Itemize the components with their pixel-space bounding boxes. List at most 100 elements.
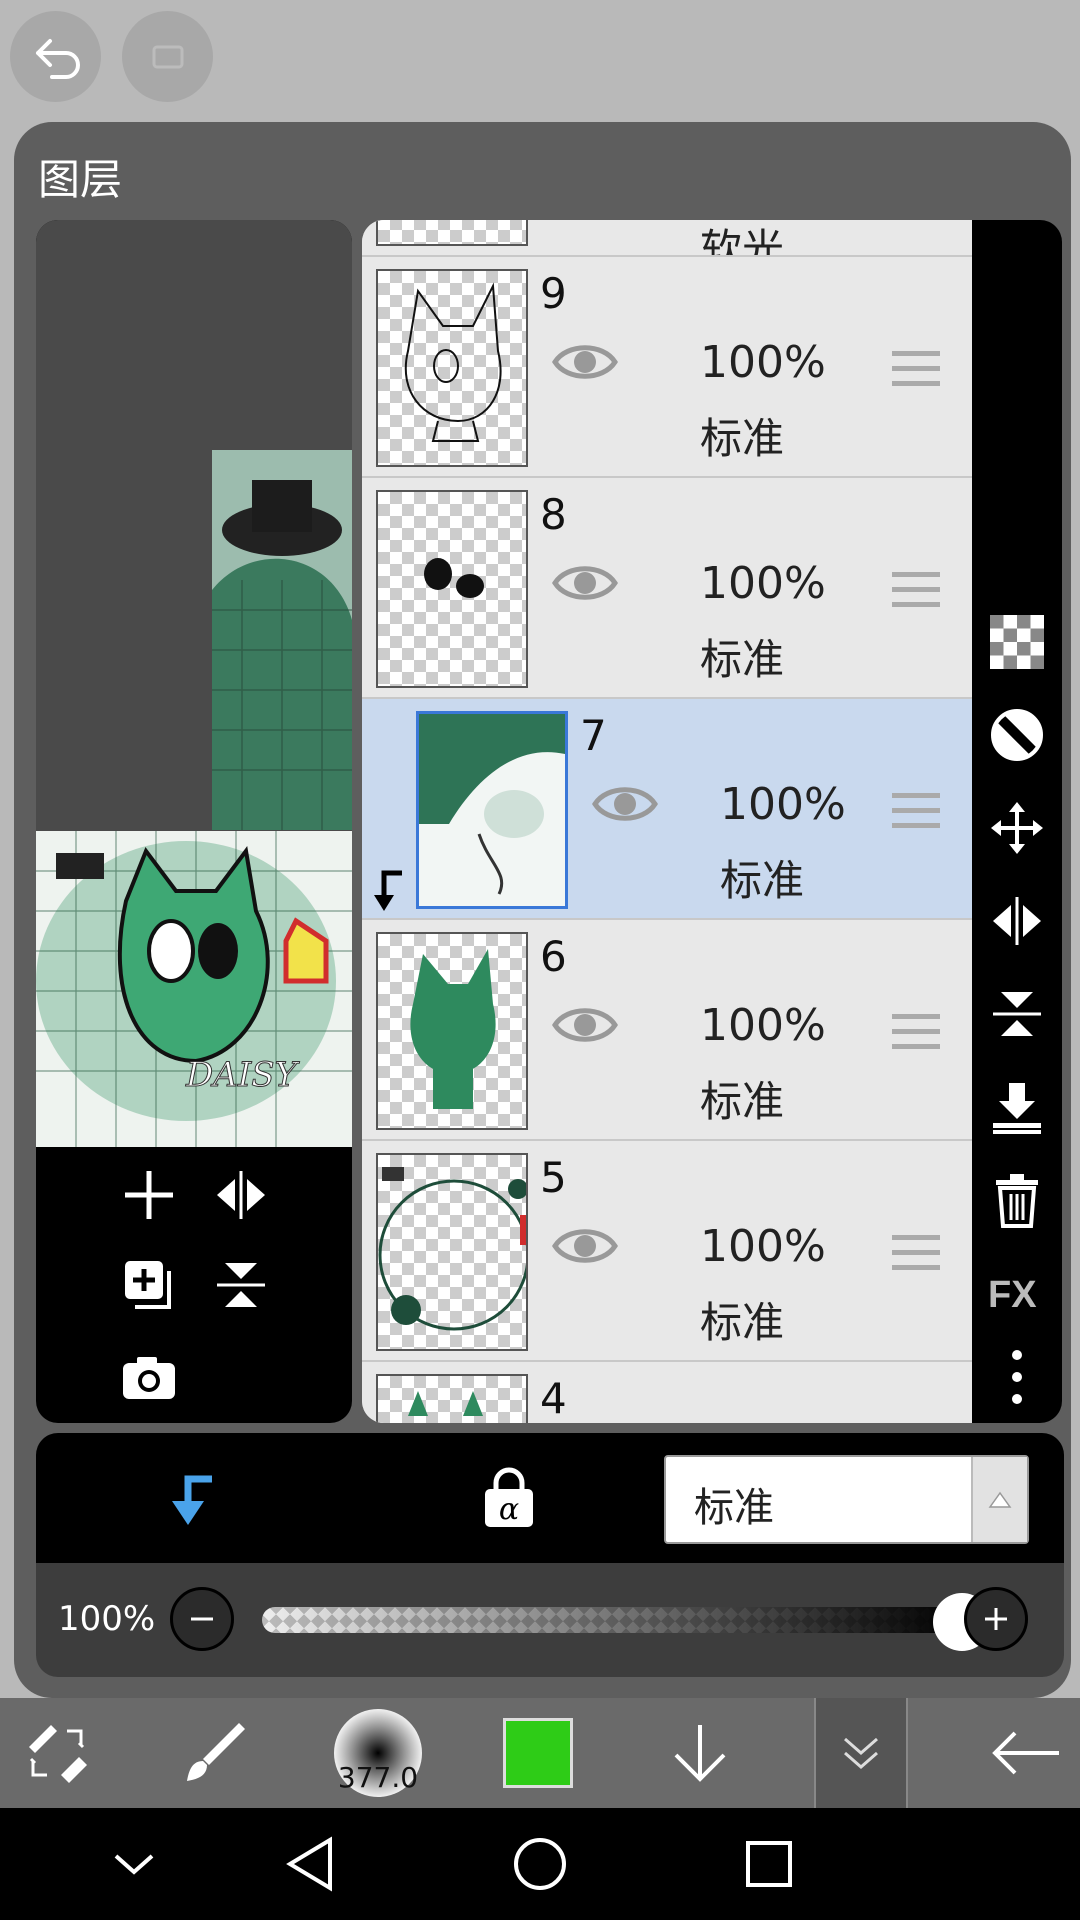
redo-button[interactable]: [122, 11, 213, 102]
svg-text:FX: FX: [988, 1274, 1037, 1313]
drag-handle-icon: [892, 572, 940, 607]
layer-row[interactable]: 9 100% 标准: [362, 255, 972, 476]
merge-down-icon: [993, 1083, 1041, 1134]
invert-button[interactable]: [988, 706, 1046, 764]
camera-button[interactable]: [114, 1342, 184, 1412]
move-button[interactable]: [988, 799, 1046, 857]
checkerboard-icon: [990, 615, 1044, 669]
opacity-control: 100%: [36, 1563, 1064, 1677]
blend-mode-value: 标准: [694, 1485, 774, 1531]
nav-home-button[interactable]: [504, 1828, 576, 1900]
layer-number: 4: [540, 1374, 567, 1423]
layer-thumbnail: [376, 269, 528, 467]
layers-panel-button[interactable]: [814, 1698, 908, 1808]
layer-thumbnail: [416, 711, 568, 909]
layer-row[interactable]: 5 100% 标准: [362, 1139, 972, 1360]
canvas-preview-thumbnail[interactable]: DAISY: [36, 831, 352, 1147]
delete-layer-button[interactable]: [988, 1171, 1046, 1229]
layer-thumbnail: [376, 932, 528, 1130]
visibility-toggle[interactable]: [592, 779, 658, 829]
layer-thumbnail: [376, 220, 528, 246]
drag-handle[interactable]: [892, 1012, 940, 1052]
drag-handle[interactable]: [892, 1233, 940, 1273]
layer-opacity: 100%: [700, 337, 826, 388]
canvas-artwork-peek: [212, 450, 352, 830]
clipping-indicator: [370, 869, 406, 917]
eye-icon: [552, 566, 618, 600]
layer-number: 7: [580, 711, 607, 760]
drag-handle-icon: [892, 1235, 940, 1270]
layer-row[interactable]: 6 100% 标准: [362, 918, 972, 1139]
eye-icon: [552, 345, 618, 379]
color-button[interactable]: [496, 1698, 580, 1808]
flip-horizontal-layer-button[interactable]: [988, 892, 1046, 950]
move-icon: [991, 802, 1043, 854]
flip-vertical-button[interactable]: [206, 1250, 276, 1320]
dropdown-arrow[interactable]: [971, 1457, 1027, 1542]
flip-vertical-icon: [993, 992, 1041, 1036]
preview-column: DAISY: [36, 220, 352, 1423]
brush-eraser-icon: [29, 1725, 87, 1783]
brush-size-value: 377.0: [337, 1761, 419, 1794]
layer-thumbnail: [376, 1374, 528, 1423]
chevron-down-icon: [114, 1854, 154, 1875]
redo-icon: [152, 45, 183, 68]
layer-row[interactable]: 4: [362, 1360, 972, 1423]
undo-button[interactable]: [10, 11, 101, 102]
layer-down-button[interactable]: [660, 1698, 740, 1808]
layer-row[interactable]: 软光: [362, 220, 972, 274]
drag-handle[interactable]: [892, 349, 940, 389]
more-vertical-icon: [1012, 1350, 1022, 1404]
clipping-icon: [172, 1475, 212, 1525]
layer-blend-mode: 标准: [700, 1298, 785, 1347]
nav-back-button[interactable]: [274, 1828, 346, 1900]
contrast-icon: [991, 709, 1043, 761]
drag-handle[interactable]: [892, 791, 940, 831]
fx-button[interactable]: FX: [988, 1264, 1046, 1322]
opacity-increase-button[interactable]: [964, 1587, 1028, 1651]
visibility-toggle[interactable]: [552, 1000, 618, 1050]
layer-row[interactable]: 8 100% 标准: [362, 476, 972, 697]
flip-vertical-layer-button[interactable]: [988, 985, 1046, 1043]
add-layer-button[interactable]: [114, 1160, 184, 1230]
merge-down-button[interactable]: [988, 1078, 1046, 1136]
layers-list[interactable]: 软光 9 100% 标准 8 100% 标准 7 100% 标准 6 100% …: [362, 220, 972, 1423]
layer-opacity: 100%: [700, 1000, 826, 1051]
layer-opacity: 100%: [700, 558, 826, 609]
layer-number: 9: [540, 269, 567, 318]
flip-horizontal-icon: [217, 1171, 265, 1219]
more-options-button[interactable]: [988, 1348, 1046, 1406]
color-swatch: [503, 1718, 573, 1788]
brush-tool-button[interactable]: [172, 1698, 258, 1808]
camera-icon: [123, 1357, 175, 1399]
visibility-toggle[interactable]: [552, 337, 618, 387]
brush-size-button[interactable]: 377.0: [330, 1698, 426, 1808]
flip-horizontal-button[interactable]: [206, 1160, 276, 1230]
duplicate-layer-button[interactable]: [114, 1250, 184, 1320]
clipping-button[interactable]: [166, 1471, 216, 1531]
layer-number: 6: [540, 932, 567, 981]
opacity-slider-track[interactable]: [262, 1607, 962, 1633]
layer-panel: 图层 DAISY 软光 9 100% 标准 8 100% 标准 7 100% 标…: [14, 122, 1071, 1698]
drag-handle[interactable]: [892, 570, 940, 610]
nav-recents-button[interactable]: [733, 1828, 805, 1900]
clip-arrow-icon: [374, 870, 402, 911]
visibility-toggle[interactable]: [552, 1221, 618, 1271]
plus-icon: [985, 1608, 1007, 1630]
blend-mode-select[interactable]: 标准: [664, 1455, 1029, 1544]
layer-thumbnail: [376, 490, 528, 688]
transparency-button[interactable]: [988, 613, 1046, 671]
opacity-decrease-button[interactable]: [170, 1587, 234, 1651]
circle-home-icon: [514, 1838, 566, 1890]
alpha-lock-icon: α: [485, 1467, 533, 1527]
alpha-lock-button[interactable]: α: [482, 1467, 536, 1533]
arrow-left-icon: [992, 1731, 1059, 1775]
visibility-toggle[interactable]: [552, 558, 618, 608]
brush-eraser-toggle[interactable]: [14, 1698, 100, 1808]
minus-icon: [191, 1617, 213, 1621]
preview-art-text: DAISY: [185, 1055, 301, 1095]
eye-icon: [592, 787, 658, 821]
nav-hide-button[interactable]: [98, 1828, 170, 1900]
layer-row-selected[interactable]: 7 100% 标准: [362, 697, 972, 918]
back-button[interactable]: [982, 1698, 1068, 1808]
